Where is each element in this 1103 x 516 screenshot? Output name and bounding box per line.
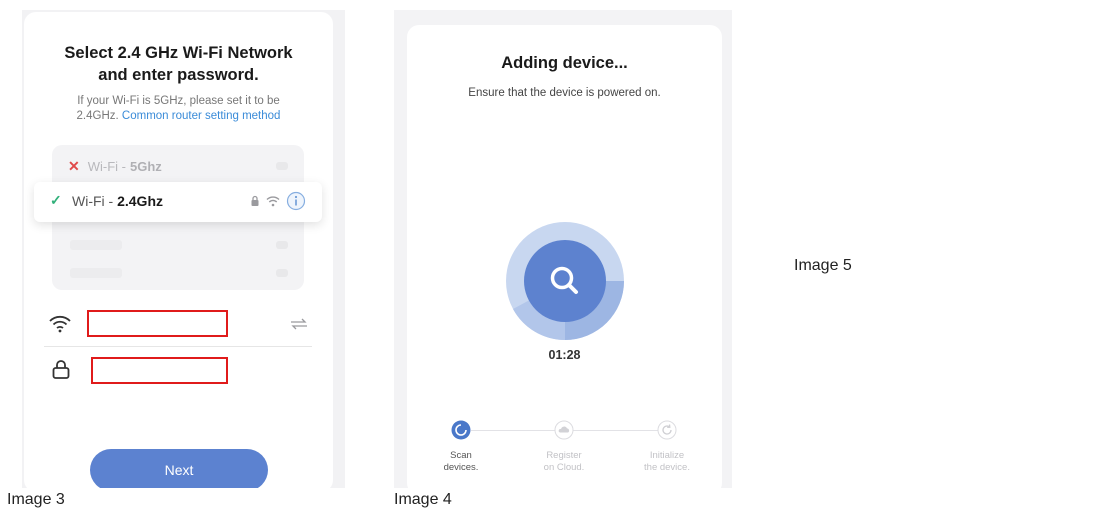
refresh-icon <box>657 420 677 440</box>
loading-icon <box>451 420 471 440</box>
wifi-name-input[interactable] <box>87 310 228 337</box>
step-label-line-1: Scan <box>450 450 472 461</box>
router-setting-link[interactable]: Common router setting method <box>122 110 281 122</box>
step-scan-devices: Scan devices. <box>426 450 496 474</box>
wifi-signal-icon <box>276 269 288 277</box>
hidden-network-item <box>70 268 122 278</box>
adding-device-card: Adding device... Ensure that the device … <box>407 25 722 488</box>
page-title: Select 2.4 GHz Wi-Fi Network and enter p… <box>24 42 333 86</box>
caption-image-3: Image 3 <box>7 491 65 508</box>
lock-icon <box>251 195 259 206</box>
caption-image-4: Image 4 <box>394 491 452 508</box>
step-label-line-2: devices. <box>443 462 479 473</box>
adding-device-screenshot: Adding device... Ensure that the device … <box>394 10 732 488</box>
lock-icon <box>52 360 70 379</box>
network-item-5ghz[interactable]: ✕ Wi-Fi - 5Ghz <box>68 157 162 175</box>
hint-line-1: If your Wi-Fi is 5GHz, please set it to … <box>77 95 280 107</box>
network-name: Wi-Fi - 2.4Ghz <box>72 193 163 209</box>
step-register-cloud: Register on Cloud. <box>529 450 599 474</box>
wifi-setup-screenshot: Select 2.4 GHz Wi-Fi Network and enter p… <box>22 10 345 488</box>
password-field <box>44 350 312 390</box>
network-prefix: Wi-Fi - <box>87 158 126 174</box>
step-label-line-2: the device. <box>644 462 690 473</box>
wifi-signal-icon <box>276 162 288 170</box>
network-item-2-4ghz[interactable]: ✓ Wi-Fi - 2.4Ghz <box>34 182 322 222</box>
scanning-indicator <box>506 222 624 341</box>
password-input[interactable] <box>91 357 228 384</box>
page-title: Adding device... <box>501 54 628 72</box>
caption-image-5: Image 5 <box>794 257 852 274</box>
wifi-name-field <box>44 304 312 344</box>
wifi-signal-icon <box>266 196 280 207</box>
wifi-icon <box>49 315 71 333</box>
wifi-signal-icon <box>276 241 288 249</box>
title-line-1: Select 2.4 GHz Wi-Fi Network <box>64 44 293 62</box>
switch-network-icon[interactable] <box>290 318 308 330</box>
step-label-line-2: on Cloud. <box>543 462 585 473</box>
cloud-icon <box>554 420 574 440</box>
step-label-line-1: Initialize <box>649 450 685 461</box>
hint-line-2: 2.4GHz. Common router setting method <box>24 109 333 124</box>
network-band: 2.4Ghz <box>117 193 163 209</box>
title-line-2: and enter password. <box>98 66 259 84</box>
step-initialize-device: Initialize the device. <box>632 450 702 474</box>
network-band: 5Ghz <box>130 158 162 174</box>
network-status-icons <box>250 191 306 211</box>
info-icon[interactable] <box>286 191 306 211</box>
field-divider <box>44 346 312 347</box>
subtitle: Ensure that the device is powered on. <box>468 87 661 99</box>
step-label-line-1: Register <box>546 450 582 461</box>
close-icon: ✕ <box>68 157 80 174</box>
wifi-setup-card: Select 2.4 GHz Wi-Fi Network and enter p… <box>24 12 333 488</box>
hint-text: If your Wi-Fi is 5GHz, please set it to … <box>24 94 333 124</box>
step-connector <box>471 430 561 431</box>
next-button[interactable]: Next <box>90 449 268 488</box>
hint-prefix: 2.4GHz. <box>76 110 119 122</box>
step-connector <box>573 430 663 431</box>
hidden-network-item <box>70 240 122 250</box>
countdown-timer: 01:28 <box>548 348 581 362</box>
network-prefix: Wi-Fi - <box>72 193 114 209</box>
check-icon: ✓ <box>50 192 62 208</box>
